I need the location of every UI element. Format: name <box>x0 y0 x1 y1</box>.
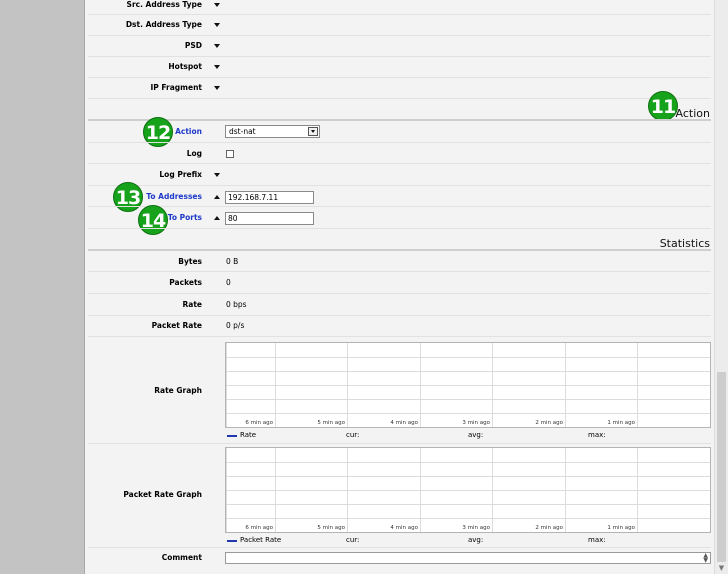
packet-rate-legend-cur: cur: <box>346 536 360 544</box>
rate-legend-avg: avg: <box>468 431 484 439</box>
row-separator <box>88 77 711 78</box>
packet-rate-graph-tick-label: 6 min ago <box>245 525 273 531</box>
rate-graph-gridline-v <box>492 343 493 427</box>
to-ports-collapse-icon[interactable] <box>214 216 220 220</box>
src-address-type-expand-icon[interactable] <box>214 3 220 7</box>
hotspot-expand-icon[interactable] <box>214 65 220 69</box>
rate-graph-tick-label: 3 min ago <box>462 420 490 426</box>
row-separator <box>88 163 711 164</box>
rate-graph-gridline-v <box>347 343 348 427</box>
packet-rate-graph-label: Packet Rate Graph <box>123 490 202 499</box>
to-addresses-label: To Addresses <box>146 192 202 201</box>
ip-fragment-label: IP Fragment <box>150 83 203 92</box>
rate-legend-cur: cur: <box>346 431 360 439</box>
rate-graph-tick-label: 6 min ago <box>245 420 273 426</box>
rate-graph-tick-label: 1 min ago <box>607 420 635 426</box>
row-separator <box>88 185 711 186</box>
packets-label: Packets <box>169 278 202 287</box>
packet-rate-graph-tick-label: 2 min ago <box>535 525 563 531</box>
packet-rate-graph-gridline-v <box>226 448 227 532</box>
action-select-value: dst-nat <box>229 127 256 136</box>
log-prefix-label: Log Prefix <box>159 170 202 179</box>
rate-legend-line <box>227 435 237 437</box>
scroll-down-arrow-icon[interactable]: ▼ <box>716 564 727 573</box>
packet-rate-legend-line <box>227 540 237 542</box>
section-separator <box>88 249 711 251</box>
dst-address-type-expand-icon[interactable] <box>214 23 220 27</box>
action-select[interactable]: dst-nat <box>225 125 320 138</box>
log-label: Log <box>186 149 202 158</box>
rate-graph-label: Rate Graph <box>154 386 202 395</box>
to-ports-label: To Ports <box>167 213 202 222</box>
psd-label: PSD <box>184 41 202 50</box>
row-separator <box>88 142 711 143</box>
packet-rate-value: 0 p/s <box>226 321 245 330</box>
comment-label: Comment <box>161 553 202 562</box>
packet-rate-graph-tick-label: 1 min ago <box>607 525 635 531</box>
step-badge-11: 11 <box>648 91 678 121</box>
packet-rate-graph-tick-label: 3 min ago <box>462 525 490 531</box>
packet-rate-legend-avg: avg: <box>468 536 484 544</box>
packet-rate-legend-max: max: <box>588 536 606 544</box>
rate-graph-tick-label: 2 min ago <box>535 420 563 426</box>
comment-textarea[interactable]: ▲ ▼ <box>225 552 711 564</box>
ip-fragment-expand-icon[interactable] <box>214 86 220 90</box>
row-separator <box>88 35 711 36</box>
rate-graph-gridline-v <box>637 343 638 427</box>
action-label: Action <box>175 127 202 136</box>
packet-rate-graph-tick-label: 5 min ago <box>317 525 345 531</box>
row-separator <box>88 56 711 57</box>
log-prefix-expand-icon[interactable] <box>214 173 220 177</box>
rate-graph-tick-label: 4 min ago <box>390 420 418 426</box>
row-separator <box>88 547 711 548</box>
row-separator <box>88 98 711 99</box>
chevron-down-icon[interactable] <box>308 127 318 136</box>
hotspot-label: Hotspot <box>168 62 202 71</box>
src-address-type-label: Src. Address Type <box>126 0 202 9</box>
packet-rate-graph-gridline-v <box>347 448 348 532</box>
psd-expand-icon[interactable] <box>214 44 220 48</box>
packet-rate-graph-gridline-v <box>420 448 421 532</box>
rate-value: 0 bps <box>226 300 247 309</box>
packet-rate-label: Packet Rate <box>151 321 202 330</box>
to-ports-input[interactable] <box>225 212 314 225</box>
row-separator <box>88 206 711 207</box>
row-separator <box>88 315 711 316</box>
packet-rate-graph-gridline-v <box>492 448 493 532</box>
to-addresses-input[interactable] <box>225 191 314 204</box>
packets-value: 0 <box>226 278 231 287</box>
bytes-value: 0 B <box>226 257 239 266</box>
packet-rate-graph-tick-label: 4 min ago <box>390 525 418 531</box>
row-separator <box>88 271 711 272</box>
rate-graph-gridline-v <box>420 343 421 427</box>
left-gutter <box>0 0 85 574</box>
rate-legend-label: Rate <box>240 431 257 439</box>
packet-rate-legend-label: Packet Rate <box>240 536 282 544</box>
section-separator <box>88 119 711 121</box>
rate-graph-tick-label: 5 min ago <box>317 420 345 426</box>
log-checkbox[interactable] <box>226 150 234 158</box>
rate-graph-gridline-v <box>226 343 227 427</box>
packet-rate-graph: 6 min ago 5 min ago 4 min ago 3 min ago 2 mi… <box>225 447 711 533</box>
row-separator <box>88 443 711 444</box>
comment-resize-arrows-icon[interactable]: ▲ ▼ <box>703 553 708 564</box>
dst-address-type-label: Dst. Address Type <box>125 20 202 29</box>
row-separator <box>88 336 711 337</box>
rate-label: Rate <box>182 300 202 309</box>
scrollbar-thumb[interactable] <box>717 372 726 562</box>
rate-legend-max: max: <box>588 431 606 439</box>
row-separator <box>88 14 711 15</box>
row-separator <box>88 228 711 229</box>
bytes-label: Bytes <box>178 257 202 266</box>
packet-rate-graph-gridline-v <box>565 448 566 532</box>
rate-graph: 6 min ago 5 min ago 4 min ago 3 min ago 2 mi… <box>225 342 711 428</box>
packet-rate-graph-gridline-v <box>275 448 276 532</box>
to-addresses-collapse-icon[interactable] <box>214 195 220 199</box>
rate-graph-gridline-v <box>275 343 276 427</box>
rate-graph-gridline-v <box>565 343 566 427</box>
packet-rate-graph-gridline-v <box>637 448 638 532</box>
row-separator <box>88 293 711 294</box>
